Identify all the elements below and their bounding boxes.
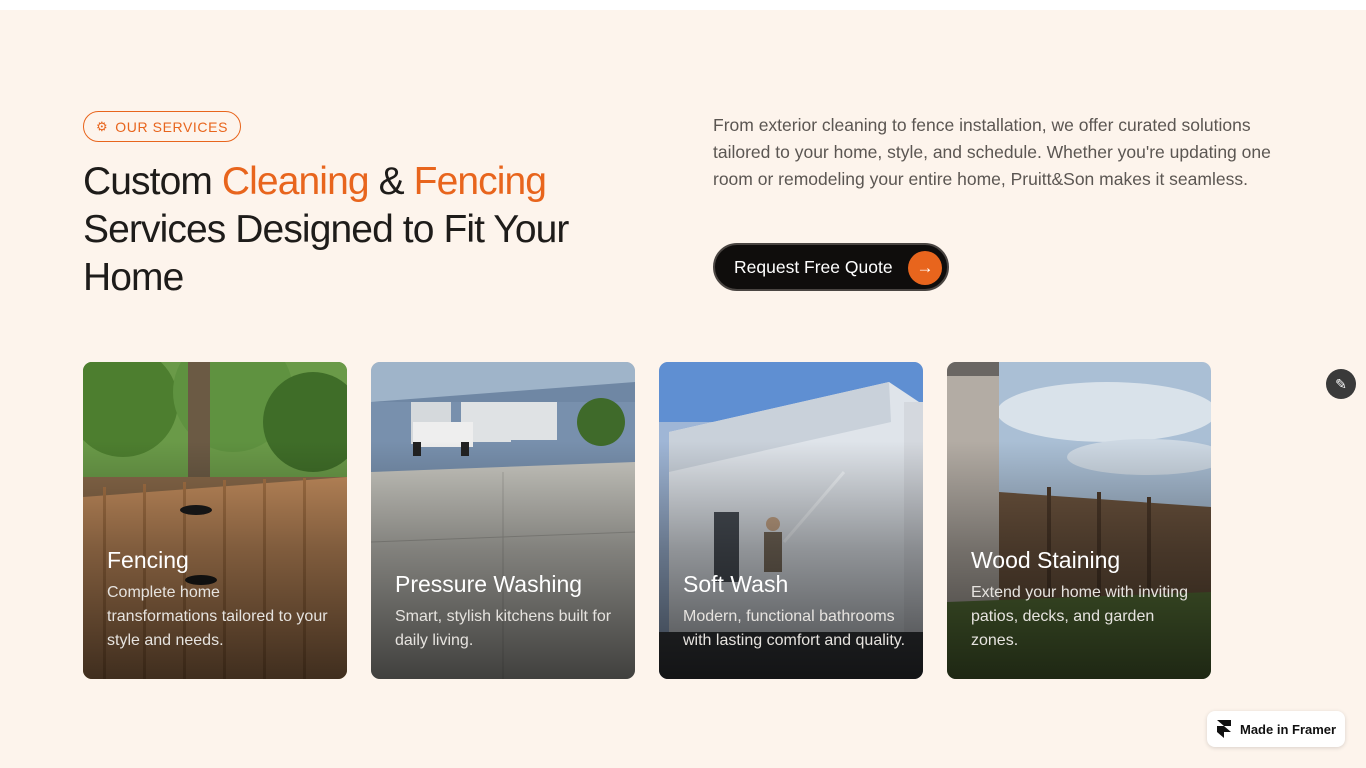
intro-paragraph: From exterior cleaning to fence installa… — [713, 115, 1271, 189]
card-description: Smart, stylish kitchens built for daily … — [395, 608, 612, 649]
card-title: Fencing — [107, 547, 189, 573]
service-card-wood-staining[interactable]: Wood Staining Extend your home with invi… — [947, 362, 1211, 679]
card-description: Modern, functional bathrooms with lastin… — [683, 608, 906, 649]
service-card-soft-wash[interactable]: Soft Wash Modern, functional bathrooms w… — [659, 362, 923, 679]
card-title: Wood Staining — [971, 547, 1121, 573]
section-heading: Custom Cleaning & Fencing Services Desig… — [83, 158, 643, 302]
heading-text: & — [368, 160, 414, 203]
heading-text: Services Designed to Fit Your Home — [83, 208, 569, 299]
card-description: Extend your home with inviting patios, d… — [971, 584, 1188, 649]
cta-label: Request Free Quote — [734, 256, 893, 277]
badge-label: OUR SERVICES — [115, 118, 229, 135]
service-card-pressure-washing[interactable]: Pressure Washing Smart, stylish kitchens… — [371, 362, 635, 679]
edit-icon[interactable]: ✎ — [1326, 369, 1356, 399]
card-content: Fencing Complete home transformations ta… — [107, 545, 331, 653]
heading-text: Custom — [83, 160, 222, 203]
card-content: Pressure Washing Smart, stylish kitchens… — [395, 569, 619, 653]
card-title: Soft Wash — [683, 571, 789, 597]
card-content: Soft Wash Modern, functional bathrooms w… — [683, 569, 907, 653]
framer-logo-icon — [1217, 720, 1231, 738]
request-quote-button[interactable]: Request Free Quote → — [713, 243, 949, 291]
heading-accent-fencing: Fencing — [413, 160, 547, 203]
made-in-framer-badge[interactable]: Made in Framer — [1207, 711, 1345, 747]
card-content: Wood Staining Extend your home with invi… — [971, 545, 1195, 653]
framer-label: Made in Framer — [1240, 721, 1337, 737]
section-badge: ⚙ OUR SERVICES — [83, 111, 242, 142]
service-card-fencing[interactable]: Fencing Complete home transformations ta… — [83, 362, 347, 679]
arrow-right-icon: → — [908, 251, 942, 285]
heading-accent-cleaning: Cleaning — [221, 160, 370, 203]
card-description: Complete home transformations tailored t… — [107, 584, 328, 649]
top-bar — [0, 0, 1366, 10]
gear-icon: ⚙ — [96, 119, 109, 134]
card-title: Pressure Washing — [395, 571, 583, 597]
